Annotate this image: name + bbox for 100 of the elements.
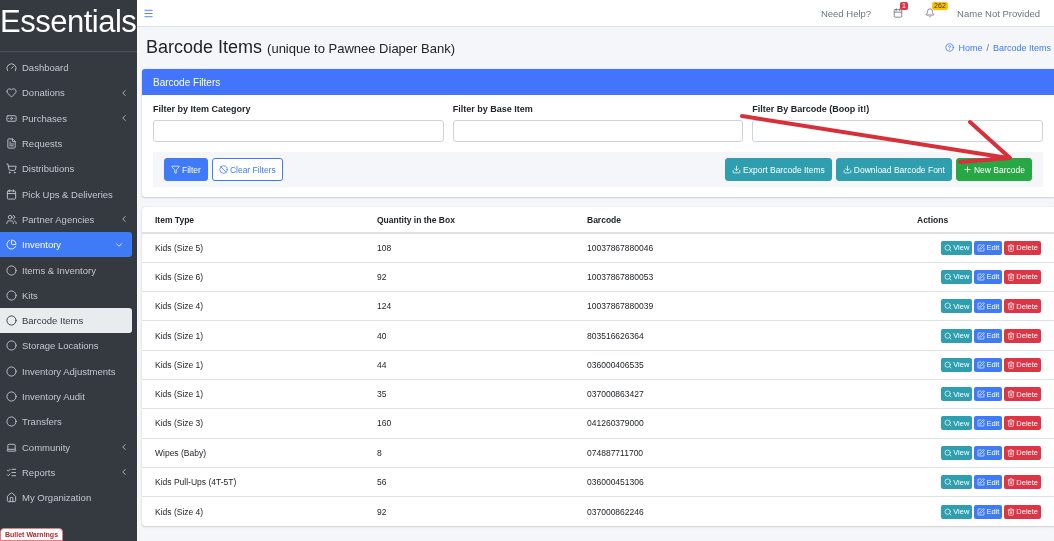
sidebar-item[interactable]: My Organization: [0, 485, 137, 511]
search-icon: [944, 390, 953, 399]
column-header: Actions: [904, 207, 1054, 233]
table-cell: 10037867880039: [574, 291, 904, 321]
sidebar-item[interactable]: Partner Agencies: [0, 206, 137, 233]
people-icon: [6, 213, 17, 225]
search-icon: [944, 419, 953, 428]
search-icon: [944, 507, 953, 516]
circle-icon: [6, 391, 17, 402]
search-icon: [944, 302, 953, 311]
trash-icon: [1007, 243, 1016, 252]
sidebar-subitem[interactable]: Barcode Items: [0, 307, 132, 334]
trash-icon: [1007, 448, 1016, 457]
sidebar-subitem[interactable]: Kits: [0, 282, 137, 308]
checklist-icon: [6, 466, 17, 478]
sidebar-subitem[interactable]: Transfers: [0, 409, 137, 435]
menu-icon[interactable]: [143, 7, 154, 19]
circle-icon: [6, 264, 17, 276]
breadcrumb-link[interactable]: Barcode Items: [992, 42, 1051, 53]
sidebar-item[interactable]: Purchases: [0, 105, 137, 131]
trash-icon: [1007, 478, 1016, 486]
table-cell: 803516626364: [574, 320, 904, 351]
sidebar-item[interactable]: Community: [0, 434, 137, 460]
table-cell: Wipes (Baby): [142, 438, 364, 468]
table-cell: 037000862246: [574, 496, 904, 526]
house-icon: [6, 492, 17, 504]
laptop-icon: [6, 441, 17, 453]
table-cell: 10037867880046: [574, 233, 904, 263]
table-cell: Kids (Size 3): [142, 408, 364, 439]
sidebar-subitem[interactable]: Storage Locations: [0, 333, 137, 359]
field-label: Filter by Base Item: [452, 104, 534, 114]
trash-icon: [1007, 507, 1016, 516]
clear-filters-button[interactable]: Clear Filters: [211, 158, 283, 181]
sidebar-item[interactable]: Pick Ups & Deliveries: [0, 181, 137, 207]
table-cell: 108: [364, 233, 574, 263]
calendar-icon: [6, 188, 17, 200]
calendar-icon[interactable]: [893, 8, 904, 18]
download-icon: [732, 165, 742, 174]
edit-icon: [977, 331, 986, 340]
table-cell: Kids (Size 4): [142, 291, 364, 321]
cart-icon: [6, 163, 17, 175]
filter-field[interactable]: [153, 120, 444, 142]
table-cell: 036000451306: [574, 467, 904, 497]
bell-icon[interactable]: [925, 8, 936, 18]
export-button[interactable]: Export Barcode Items: [725, 158, 832, 181]
table-cell: 124: [364, 291, 574, 321]
trash-icon: [1007, 419, 1016, 428]
circle-icon: [6, 340, 17, 352]
trash-icon: [1007, 302, 1016, 311]
heart-icon: [6, 87, 17, 99]
search-icon: [944, 448, 953, 457]
sidebar-item[interactable]: Dashboard: [0, 55, 137, 81]
table-cell: Kids (Size 1): [142, 379, 364, 409]
column-header: Item Type: [142, 207, 364, 233]
table-cell: 036000406535: [574, 350, 904, 380]
edit-icon: [977, 419, 986, 428]
search-icon: [944, 272, 953, 281]
table-cell: Kids (Size 1): [142, 350, 364, 380]
sidebar-item[interactable]: Donations: [0, 80, 137, 106]
circle-icon: [6, 365, 17, 377]
user-name[interactable]: Name Not Provided: [957, 7, 1040, 19]
sidebar-subitem[interactable]: Items & Inventory: [0, 257, 137, 283]
table-cell: 041260379000: [574, 408, 904, 439]
table-cell: 56: [364, 467, 574, 497]
circle-icon: [6, 315, 17, 327]
field-label: Filter By Barcode (Boop it!): [752, 104, 871, 114]
sidebar-item[interactable]: Inventory: [0, 232, 132, 258]
circle-icon: [6, 416, 17, 428]
column-header: Quantity in the Box: [364, 207, 574, 233]
download-icon: [842, 165, 852, 174]
download-font-button[interactable]: Download Barcode Font: [835, 158, 952, 181]
edit-icon: [977, 243, 986, 252]
pie-chart-icon: [6, 239, 17, 251]
edit-icon: [977, 302, 986, 311]
table-cell: Kids (Size 4): [142, 496, 364, 526]
filter-icon: [171, 165, 180, 174]
search-icon: [944, 243, 953, 252]
table-cell: Kids (Size 5): [142, 233, 364, 263]
table-cell: 074887711700: [574, 438, 904, 468]
table-cell: 037000863427: [574, 379, 904, 409]
trash-icon: [1007, 390, 1016, 399]
search-icon: [944, 478, 953, 486]
sidebar-item[interactable]: Distributions: [0, 156, 137, 182]
page-title: Barcode Items (unique to Pawnee Diaper Bank): [146, 37, 455, 58]
filter-field[interactable]: [452, 120, 744, 142]
banknote-icon: [6, 112, 17, 124]
help-link[interactable]: Need Help?: [820, 7, 872, 19]
sidebar-item[interactable]: Reports: [0, 459, 137, 486]
filter-button[interactable]: Filter: [164, 158, 208, 181]
sidebar-subitem[interactable]: Inventory Adjustments: [0, 358, 137, 384]
breadcrumb-link[interactable]: Home: [958, 42, 983, 53]
table-cell: 35: [364, 379, 574, 409]
sidebar-subitem[interactable]: Inventory Audit: [0, 383, 137, 410]
search-icon: [944, 331, 953, 340]
edit-icon: [977, 360, 986, 369]
table-cell: 40: [364, 320, 574, 351]
table-cell: 160: [364, 408, 574, 439]
table-cell: 92: [364, 262, 574, 292]
sidebar-item[interactable]: Requests: [0, 130, 137, 157]
edit-icon: [977, 507, 986, 516]
